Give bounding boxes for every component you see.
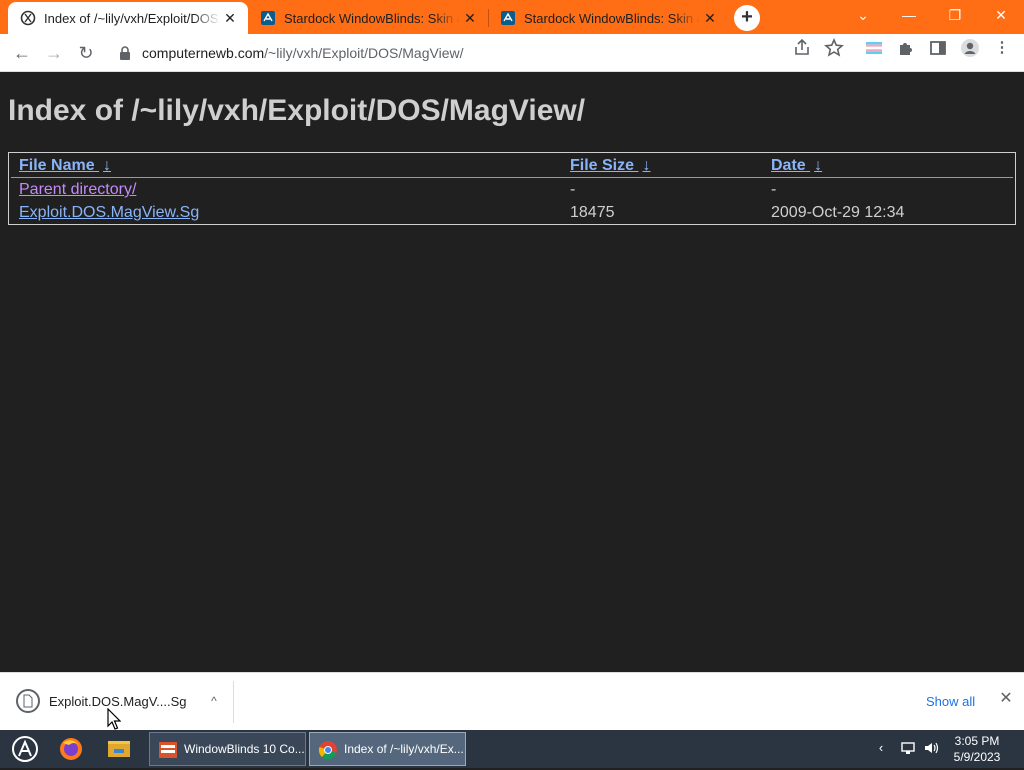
download-item[interactable]: Exploit.DOS.MagV....Sg ^ [8, 681, 234, 723]
column-header-label: File Name [19, 157, 95, 174]
windowblinds-icon [159, 742, 177, 758]
clock-time: 3:05 PM [954, 734, 1000, 748]
directory-listing-table: File Name ↓ File Size ↓ Date ↓ Parent di… [8, 152, 1016, 225]
taskbar-window-chrome[interactable]: Index of /~lily/vxh/Ex... [309, 732, 466, 766]
page-content: Index of /~lily/vxh/Exploit/DOS/MagView/… [0, 72, 1024, 672]
reload-button[interactable]: ↻ [71, 38, 101, 68]
tab-close-icon[interactable]: ✕ [702, 10, 718, 26]
tab-stardock-windowblinds-2[interactable]: Stardock WindowBlinds: Skin a ✕ [488, 2, 728, 34]
column-header-file-size[interactable]: File Size ↓ [570, 157, 650, 175]
forward-button[interactable]: → [39, 38, 69, 68]
close-shelf-icon[interactable]: ✕ [996, 689, 1016, 709]
profile-flag-icon[interactable] [862, 36, 886, 60]
sort-down-arrow-icon: ↓ [103, 157, 112, 174]
browser-toolbar: ← → ↻ computernewb.com/~lily/vxh/Exploit… [0, 34, 1024, 72]
show-all-downloads-link[interactable]: Show all [926, 694, 975, 709]
back-button[interactable]: ← [7, 38, 37, 68]
tab-stardock-windowblinds-1[interactable]: Stardock WindowBlinds: Skin a ✕ [248, 2, 488, 34]
profile-avatar-icon[interactable] [958, 36, 982, 60]
chrome-icon [318, 741, 337, 760]
column-header-label: File Size [570, 157, 635, 174]
file-link-exploit-dos-magview[interactable]: Exploit.DOS.MagView.Sg [19, 204, 199, 222]
system-clock[interactable]: 3:05 PM 5/9/2023 [945, 733, 1009, 765]
tab-strip: Index of /~lily/vxh/Exploit/DOS/MagView/… [0, 0, 1024, 34]
new-tab-button[interactable]: + [734, 5, 760, 31]
date-cell: 2009-Oct-29 12:34 [771, 204, 905, 221]
chevron-up-icon[interactable]: ^ [204, 691, 224, 711]
tab-title: Index of /~lily/vxh/Exploit/DOS/MagView/ [44, 10, 220, 26]
url-path: /~lily/vxh/Exploit/DOS/MagView/ [264, 45, 464, 61]
tab-title: Stardock WindowBlinds: Skin a [524, 10, 700, 26]
restore-button[interactable]: ❐ [932, 0, 978, 30]
tab-search-dropdown-icon[interactable]: ⌄ [840, 0, 886, 30]
column-header-date[interactable]: Date ↓ [771, 157, 822, 175]
minimize-button[interactable]: — [886, 0, 932, 30]
column-header-label: Date [771, 157, 806, 174]
bookmark-star-icon[interactable] [822, 36, 846, 60]
file-icon [16, 689, 40, 713]
sort-down-arrow-icon: ↓ [642, 157, 651, 174]
close-window-button[interactable]: ✕ [978, 0, 1024, 30]
tab-index-of-magview[interactable]: Index of /~lily/vxh/Exploit/DOS/MagView/… [8, 2, 248, 34]
page-icon [20, 10, 36, 26]
stardock-icon [501, 11, 515, 25]
file-size-cell: - [570, 181, 576, 198]
side-panel-icon[interactable] [926, 36, 950, 60]
url-host: computernewb.com [142, 45, 265, 61]
volume-icon[interactable] [922, 738, 942, 758]
menu-kebab-icon[interactable]: ⋮ [990, 36, 1014, 60]
taskbar-window-windowblinds[interactable]: WindowBlinds 10 Co... [149, 732, 306, 766]
address-bar[interactable]: computernewb.com/~lily/vxh/Exploit/DOS/M… [112, 39, 852, 67]
file-explorer-icon[interactable] [98, 733, 140, 765]
start-button[interactable] [4, 733, 46, 765]
download-shelf: Exploit.DOS.MagV....Sg ^ Show all ✕ [0, 672, 1024, 730]
tab-title: Stardock WindowBlinds: Skin a [284, 10, 460, 26]
network-icon[interactable] [898, 738, 918, 758]
page-title: Index of /~lily/vxh/Exploit/DOS/MagView/ [8, 94, 586, 127]
taskbar-window-label: WindowBlinds 10 Co... [184, 742, 305, 756]
parent-directory-link[interactable]: Parent directory/ [19, 181, 136, 199]
stardock-icon [261, 11, 275, 25]
tab-close-icon[interactable]: ✕ [222, 10, 238, 26]
tray-chevron-icon[interactable]: ‹ [871, 738, 891, 758]
taskbar: WindowBlinds 10 Co... Index of /~lily/vx… [0, 730, 1024, 768]
mouse-cursor-icon [107, 708, 121, 730]
header-divider [11, 177, 1013, 178]
download-file-name: Exploit.DOS.MagV....Sg [49, 694, 187, 709]
url-text[interactable]: computernewb.com/~lily/vxh/Exploit/DOS/M… [142, 45, 464, 61]
sort-down-arrow-icon: ↓ [814, 157, 823, 174]
extensions-puzzle-icon[interactable] [894, 36, 918, 60]
column-header-file-name[interactable]: File Name ↓ [19, 157, 111, 175]
tab-close-icon[interactable]: ✕ [462, 10, 478, 26]
date-cell: - [771, 181, 777, 198]
share-icon[interactable] [790, 36, 814, 60]
taskbar-window-label: Index of /~lily/vxh/Ex... [344, 742, 464, 756]
clock-date: 5/9/2023 [953, 750, 1001, 764]
firefox-icon[interactable] [50, 733, 92, 765]
lock-icon [120, 46, 130, 60]
file-size-cell: 18475 [570, 204, 615, 221]
